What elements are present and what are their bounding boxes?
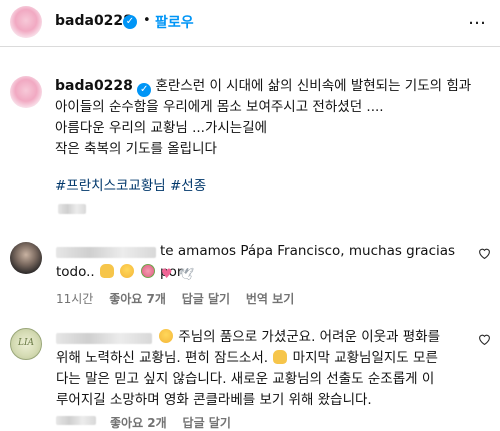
- caption-username[interactable]: bada0228: [55, 78, 133, 94]
- verified-badge-icon: ✓: [123, 15, 137, 29]
- comment-1-translate-button[interactable]: 번역 보기: [246, 292, 294, 306]
- comment-2-reply-button[interactable]: 답글 달기: [183, 416, 231, 430]
- comment-1-meta: 11시간 좋아요 7개 답글 달기 번역 보기: [56, 290, 294, 307]
- comment-1-text-cont: todo.. ♥ 🕊: [56, 262, 466, 285]
- comment-2-like-icon[interactable]: [478, 333, 491, 345]
- comment-2-line-2b: 마지막 교황님일지도 모른: [292, 350, 438, 366]
- teary-face-emoji-icon: [120, 264, 135, 278]
- comment-2-avatar[interactable]: LIA: [10, 328, 42, 360]
- comment-1-like-icon[interactable]: [478, 247, 491, 259]
- comment-1-reply-button[interactable]: 답글 달기: [182, 292, 230, 306]
- caption-line-2: 아이들의 순수함을 우리에게 몸소 보여주시고 전하셨던 ....: [55, 99, 384, 115]
- praying-hands-emoji-icon: [273, 350, 288, 364]
- teary-face-emoji-icon: [159, 329, 173, 343]
- comment-1-line-2: todo..: [56, 264, 95, 280]
- comment-1-avatar[interactable]: [10, 242, 42, 274]
- comment-2-line-1: 주님의 품으로 가셨군요. 어려운 이웃과 평화를: [178, 329, 441, 345]
- comment-2-line-2: 위해 노력하신 교황님. 편히 잠드소서.: [56, 350, 269, 366]
- comment-1-time: 11시간: [56, 292, 94, 306]
- praying-hands-emoji-icon: [100, 264, 115, 278]
- separator-dot: •: [143, 13, 151, 28]
- caption-line-3: 아름다운 우리의 교황님 ...가시는길에: [55, 120, 268, 136]
- comment-2-line-3: 다는 말은 믿고 싶지 않습니다. 새로운 교황님의 선출도 순조롭게 이: [56, 371, 435, 387]
- caption-avatar[interactable]: [10, 76, 42, 108]
- caption-line-4: 작은 축복의 기도를 올립니다: [55, 141, 217, 157]
- follow-button[interactable]: 팔로우: [155, 12, 194, 32]
- comment-2-time-redacted: [56, 416, 96, 425]
- comment-2-likes[interactable]: 좋아요 2개: [110, 416, 167, 430]
- caption-timestamp-redacted: [58, 204, 86, 214]
- bouquet-emoji-icon: [140, 264, 155, 278]
- verified-badge-icon: ✓: [137, 83, 152, 97]
- comment-2-line-4: 루어지길 소망하며 영화 콘클라베를 보기 위해 왔습니다.: [56, 392, 372, 408]
- caption-hashtags[interactable]: #프란치스코교황님 #선종: [55, 176, 495, 197]
- caption-line-1: 혼란스런 이 시대에 삶의 신비속에 발현되는 기도의 힘과: [155, 78, 472, 94]
- comment-2-username-redacted[interactable]: [56, 333, 152, 344]
- comment-2-meta: 좋아요 2개 답글 달기: [110, 414, 231, 431]
- dove-emoji-icon: 🕊: [178, 267, 195, 281]
- comment-2-text-cont: 위해 노력하신 교황님. 편히 잠드소서. 마지막 교황님일지도 모른 다는 말…: [56, 348, 476, 411]
- comment-1-likes[interactable]: 좋아요 7개: [109, 292, 166, 306]
- comment-1-username-redacted[interactable]: [56, 247, 156, 258]
- caption-block: bada0228 ✓ 혼란스런 이 시대에 삶의 신비속에 발현되는 기도의 힘…: [55, 76, 495, 197]
- header-avatar[interactable]: [10, 6, 42, 38]
- pink-heart-emoji-icon: ♥: [160, 267, 173, 282]
- header-username[interactable]: bada0228: [55, 13, 133, 29]
- more-options-icon[interactable]: …: [468, 8, 486, 29]
- header-divider: [0, 46, 500, 47]
- comment-2-text: 주님의 품으로 가셨군요. 어려운 이웃과 평화를: [158, 327, 478, 348]
